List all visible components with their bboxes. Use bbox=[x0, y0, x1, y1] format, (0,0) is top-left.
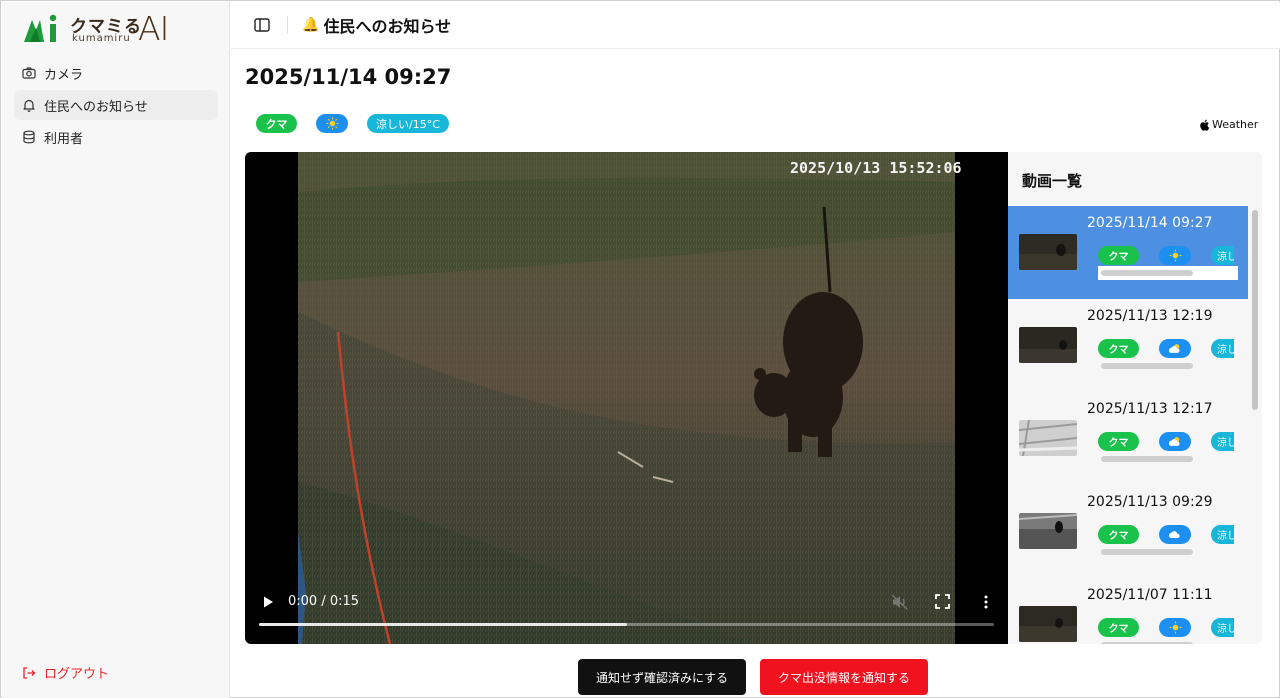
sidebar-item-label: 利用者 bbox=[44, 131, 84, 147]
sidebar: クマミる kumamiru AI カメラ 住民へのお知らせ 利用者 ログアウト bbox=[2, 2, 230, 698]
video-item-date: 2025/11/14 09:27 bbox=[1087, 215, 1213, 231]
video-item-placeholder-bar bbox=[1101, 456, 1193, 462]
logo-subtitle: kumamiru bbox=[72, 33, 131, 44]
trail-camera-frame bbox=[298, 152, 955, 644]
video-item-placeholder-bar bbox=[1101, 270, 1193, 276]
video-item-placeholder-bar bbox=[1101, 363, 1193, 369]
weather-attr-label: Weather bbox=[1212, 118, 1259, 131]
sun-icon bbox=[325, 117, 339, 130]
weather-tag bbox=[316, 114, 348, 133]
temperature-tag: 涼し bbox=[1211, 246, 1234, 265]
sun-icon bbox=[1159, 246, 1191, 265]
video-item-date: 2025/11/13 12:17 bbox=[1087, 401, 1213, 417]
video-list: 2025/11/14 09:27 クマ 涼し 2025/11/13 12:19 クマ 涼し… bbox=[1008, 206, 1248, 644]
video-thumbnail bbox=[1019, 420, 1077, 456]
more-options-icon[interactable] bbox=[983, 594, 989, 610]
sidebar-item-camera[interactable]: カメラ bbox=[14, 58, 218, 88]
video-list-scrollbar[interactable] bbox=[1249, 206, 1262, 644]
logo-ai: AI bbox=[138, 9, 169, 48]
video-list-title: 動画一覧 bbox=[1022, 172, 1083, 190]
logout-label: ログアウト bbox=[44, 667, 110, 682]
logo[interactable]: クマミる kumamiru AI bbox=[20, 9, 185, 48]
video-list-item[interactable]: 2025/11/07 11:11 クマ 涼し bbox=[1008, 578, 1248, 644]
sidebar-item-notices[interactable]: 住民へのお知らせ bbox=[14, 90, 218, 120]
logout-icon bbox=[23, 666, 36, 679]
sidebar-item-label: 住民へのお知らせ bbox=[44, 99, 148, 115]
cloud-icon bbox=[1159, 525, 1191, 544]
video-list-item[interactable]: 2025/11/13 12:17 クマ 涼し bbox=[1008, 392, 1248, 485]
video-thumbnail bbox=[1019, 327, 1077, 363]
cloud-sun-icon bbox=[1159, 339, 1191, 358]
fullscreen-icon[interactable] bbox=[935, 594, 950, 609]
animal-tag: クマ bbox=[1098, 432, 1139, 451]
notice-datetime: 2025/11/14 09:27 bbox=[245, 65, 452, 89]
apple-icon bbox=[1200, 119, 1210, 131]
notify-bear-sighting-button[interactable]: クマ出没情報を通知する bbox=[760, 659, 928, 695]
app-window: クマミる kumamiru AI カメラ 住民へのお知らせ 利用者 ログアウト … bbox=[0, 0, 1280, 698]
page-title-text: 住民へのお知らせ bbox=[323, 17, 452, 36]
temperature-tag: 涼し bbox=[1211, 618, 1234, 637]
animal-tag: クマ bbox=[256, 114, 297, 133]
video-item-tags: クマ 涼し bbox=[1098, 432, 1234, 452]
cloud-sun-icon bbox=[1159, 432, 1191, 451]
video-progress-fill bbox=[259, 623, 627, 626]
sidebar-item-users[interactable]: 利用者 bbox=[14, 122, 218, 152]
temperature-tag: 涼し bbox=[1211, 525, 1234, 544]
video-item-date: 2025/11/07 11:11 bbox=[1087, 587, 1213, 603]
camera-icon bbox=[22, 66, 36, 80]
video-thumbnail bbox=[1019, 234, 1077, 270]
sidebar-item-label: カメラ bbox=[44, 67, 84, 83]
confirm-without-notify-button[interactable]: 通知せず確認済みにする bbox=[578, 659, 746, 695]
sidebar-toggle-icon[interactable] bbox=[253, 16, 271, 34]
logout-button[interactable]: ログアウト bbox=[22, 663, 109, 682]
apple-weather-attribution[interactable]: Weather bbox=[1199, 118, 1258, 131]
video-item-tags: クマ 涼し bbox=[1098, 246, 1234, 266]
animal-tag: クマ bbox=[1098, 246, 1139, 265]
temperature-tag: 涼し bbox=[1211, 432, 1234, 451]
video-item-tags: クマ 涼し bbox=[1098, 618, 1234, 638]
video-item-date: 2025/11/13 09:29 bbox=[1087, 494, 1213, 510]
scrollbar-thumb[interactable] bbox=[1252, 210, 1258, 410]
video-list-item[interactable]: 2025/11/14 09:27 クマ 涼し bbox=[1008, 206, 1248, 299]
top-header: 🔔 住民へのお知らせ bbox=[231, 2, 1280, 49]
video-list-item[interactable]: 2025/11/13 09:29 クマ 涼し bbox=[1008, 485, 1248, 578]
video-item-tags: クマ 涼し bbox=[1098, 525, 1234, 545]
video-player[interactable]: 2025/10/13 15:52:06 0:00 / 0:15 bbox=[245, 152, 1008, 644]
sun-icon bbox=[1159, 618, 1191, 637]
video-item-date: 2025/11/13 12:19 bbox=[1087, 308, 1213, 324]
video-thumbnail bbox=[1019, 606, 1077, 642]
sidebar-nav: カメラ 住民へのお知らせ 利用者 bbox=[14, 58, 218, 154]
page-title: 🔔 住民へのお知らせ bbox=[302, 13, 451, 37]
video-progress-bar[interactable] bbox=[259, 623, 994, 626]
animal-tag: クマ bbox=[1098, 618, 1139, 637]
play-icon[interactable] bbox=[261, 595, 275, 609]
video-item-placeholder-bar bbox=[1101, 549, 1193, 555]
video-time: 0:00 / 0:15 bbox=[288, 594, 360, 609]
database-icon bbox=[22, 130, 36, 144]
temperature-tag: 涼しい/15°C bbox=[367, 114, 449, 133]
video-thumbnail bbox=[1019, 513, 1077, 549]
video-overlay-timestamp: 2025/10/13 15:52:06 bbox=[790, 159, 962, 177]
bell-icon bbox=[22, 98, 36, 112]
animal-tag: クマ bbox=[1098, 339, 1139, 358]
logo-mark-icon bbox=[24, 14, 57, 42]
video-list-item[interactable]: 2025/11/13 12:19 クマ 涼し bbox=[1008, 299, 1248, 392]
bell-emoji-icon: 🔔 bbox=[302, 17, 320, 33]
tag-row: クマ 涼しい/15°C bbox=[256, 114, 468, 133]
header-divider bbox=[287, 16, 288, 34]
video-controls: 0:00 / 0:15 bbox=[245, 586, 1008, 644]
video-item-tags: クマ 涼し bbox=[1098, 339, 1234, 359]
video-item-placeholder-bar bbox=[1101, 642, 1193, 644]
video-list-panel: 動画一覧 2025/11/14 09:27 クマ 涼し 2025/11/13 12:1… bbox=[1008, 152, 1262, 644]
animal-tag: クマ bbox=[1098, 525, 1139, 544]
temperature-tag: 涼し bbox=[1211, 339, 1234, 358]
volume-muted-icon[interactable] bbox=[891, 594, 909, 610]
